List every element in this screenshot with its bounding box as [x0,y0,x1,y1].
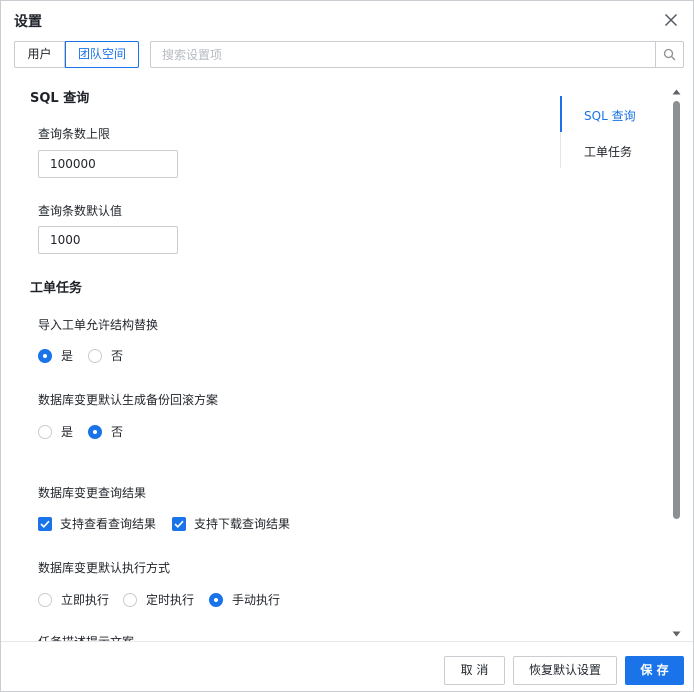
scrollbar-thumb[interactable] [673,101,680,519]
task-desc-label: 任务描述提示文案 [38,633,134,641]
tab-user[interactable]: 用户 [14,41,65,68]
search-icon [663,48,676,61]
scope-tabs: 用户 团队空间 [14,41,139,68]
radio-unchecked-icon [88,348,102,363]
scroll-down-icon[interactable] [672,631,681,637]
option-label: 是 [61,349,74,363]
rollback-plan-yes[interactable]: 是 [38,423,73,440]
cancel-button[interactable]: 取 消 [444,656,505,685]
option-label: 是 [61,425,74,439]
vertical-scrollbar[interactable] [671,89,681,641]
nav-active-indicator [560,96,562,132]
radio-unchecked-icon [38,592,52,607]
scroll-up-icon[interactable] [672,89,681,95]
dialog-title: 设置 [14,14,42,30]
option-label: 否 [111,349,124,363]
search-box [150,41,684,68]
section-title-sql: SQL 查询 [30,91,90,106]
query-limit-label: 查询条数上限 [38,127,111,141]
checkbox-label: 支持下载查询结果 [194,517,291,531]
reset-defaults-button[interactable]: 恢复默认设置 [513,656,617,685]
import-replace-label: 导入工单允许结构替换 [38,318,159,332]
checkbox-label: 支持查看查询结果 [60,517,157,531]
nav-item-sql[interactable]: SQL 查询 [584,107,636,124]
tab-team-space[interactable]: 团队空间 [65,41,139,68]
rollback-plan-no[interactable]: 否 [88,423,123,440]
dialog-footer: 取 消 恢复默认设置 保 存 [1,641,693,691]
radio-unchecked-icon [38,424,52,439]
result-view-checkbox[interactable]: 支持查看查询结果 [38,515,156,532]
result-download-checkbox[interactable]: 支持下载查询结果 [172,515,290,532]
radio-checked-icon [209,592,223,607]
search-input[interactable] [151,42,655,67]
option-label: 定时执行 [146,593,195,607]
rollback-plan-label: 数据库变更默认生成备份回滚方案 [38,393,219,407]
save-button[interactable]: 保 存 [625,656,684,685]
section-title-ticket: 工单任务 [30,281,83,296]
query-limit-input[interactable] [38,150,178,178]
option-label: 否 [111,425,124,439]
import-replace-no[interactable]: 否 [88,347,123,364]
exec-mode-manual[interactable]: 手动执行 [209,591,280,608]
nav-item-ticket[interactable]: 工单任务 [584,143,632,160]
query-default-label: 查询条数默认值 [38,204,123,218]
import-replace-yes[interactable]: 是 [38,347,73,364]
option-label: 手动执行 [232,593,281,607]
exec-mode-now[interactable]: 立即执行 [38,591,109,608]
checkbox-checked-icon [172,516,186,531]
query-result-label: 数据库变更查询结果 [38,486,147,500]
checkbox-checked-icon [38,516,52,531]
exec-mode-timed[interactable]: 定时执行 [123,591,194,608]
radio-unchecked-icon [123,592,137,607]
section-nav: SQL 查询 工单任务 [560,96,660,168]
settings-dialog: 设置 用户 团队空间 SQL 查询 查询条数上限 查询条数默认值 工单任务 导入… [0,0,694,692]
search-button[interactable] [655,42,683,67]
exec-mode-label: 数据库变更默认执行方式 [38,561,171,575]
query-default-input[interactable] [38,226,178,254]
radio-checked-icon [88,424,102,439]
option-label: 立即执行 [61,593,110,607]
close-icon[interactable] [662,11,680,29]
radio-checked-icon [38,348,52,363]
